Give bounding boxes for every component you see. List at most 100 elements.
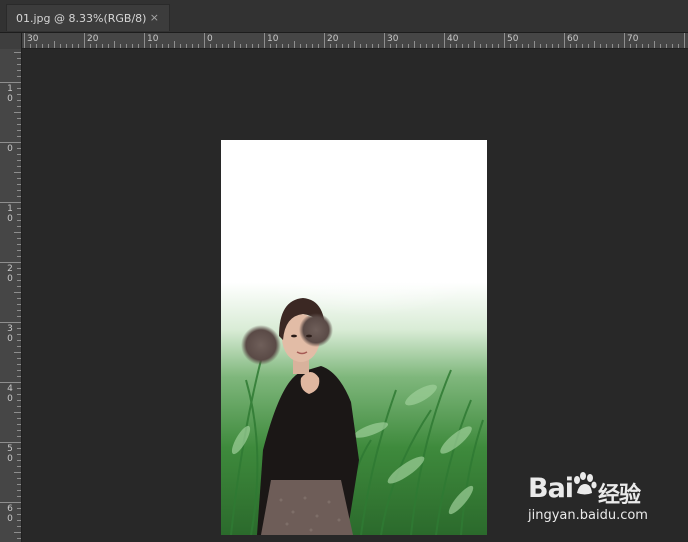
ruler-minor-tick — [630, 44, 631, 48]
ruler-minor-tick — [300, 44, 301, 48]
ruler-major-tick — [84, 33, 85, 48]
ruler-major-tick — [0, 502, 21, 503]
ruler-minor-tick — [17, 520, 21, 521]
ruler-label: 40 — [447, 34, 459, 44]
ruler-label: 50 — [507, 34, 519, 44]
ruler-minor-tick — [228, 44, 229, 48]
ruler-label: 20 — [327, 34, 339, 44]
ruler-minor-tick — [17, 340, 21, 341]
ruler-minor-tick — [414, 41, 415, 48]
ruler-minor-tick — [372, 44, 373, 48]
ruler-minor-tick — [240, 44, 241, 48]
ruler-minor-tick — [360, 44, 361, 48]
ruler-label: 0 — [7, 144, 13, 154]
ruler-minor-tick — [17, 286, 21, 287]
ruler-minor-tick — [540, 44, 541, 48]
ruler-minor-tick — [17, 490, 21, 491]
close-icon[interactable]: × — [150, 11, 159, 24]
ruler-minor-tick — [390, 44, 391, 48]
ruler-minor-tick — [150, 44, 151, 48]
ruler-minor-tick — [528, 44, 529, 48]
ruler-minor-tick — [17, 496, 21, 497]
ruler-label: 70 — [627, 34, 639, 44]
ruler-minor-tick — [17, 334, 21, 335]
ruler-minor-tick — [17, 100, 21, 101]
ruler-label: 0 — [7, 514, 13, 524]
ruler-minor-tick — [17, 160, 21, 161]
ruler-minor-tick — [558, 44, 559, 48]
ruler-minor-tick — [14, 352, 21, 353]
ruler-minor-tick — [14, 472, 21, 473]
ruler-minor-tick — [534, 41, 535, 48]
ruler-minor-tick — [282, 44, 283, 48]
document-tab[interactable]: 01.jpg @ 8.33%(RGB/8) × — [6, 4, 170, 31]
ruler-label: 10 — [147, 34, 159, 44]
watermark-brand: Bai — [528, 473, 574, 504]
ruler-minor-tick — [672, 44, 673, 48]
ruler-minor-tick — [246, 44, 247, 48]
ruler-label: 0 — [207, 34, 213, 44]
document-tab-title: 01.jpg @ 8.33%(RGB/8) — [16, 11, 147, 25]
ruler-major-tick — [0, 142, 21, 143]
ruler-minor-tick — [348, 44, 349, 48]
ruler-minor-tick — [17, 154, 21, 155]
ruler-minor-tick — [17, 310, 21, 311]
ruler-major-tick — [624, 33, 625, 48]
ruler-minor-tick — [654, 41, 655, 48]
ruler-major-tick — [444, 33, 445, 48]
ruler-label: 10 — [267, 34, 279, 44]
ruler-label: 0 — [7, 94, 13, 104]
ruler-minor-tick — [17, 256, 21, 257]
ruler-minor-tick — [366, 44, 367, 48]
ruler-minor-tick — [456, 44, 457, 48]
ruler-minor-tick — [17, 178, 21, 179]
ruler-minor-tick — [90, 44, 91, 48]
ruler-minor-tick — [162, 44, 163, 48]
ruler-minor-tick — [17, 508, 21, 509]
ruler-label: 3 — [7, 324, 13, 334]
horizontal-ruler[interactable]: 30 20 10 0 10 20 30 40 50 60 70 — [22, 33, 688, 49]
ruler-major-tick — [0, 202, 21, 203]
ruler-minor-tick — [354, 41, 355, 48]
ruler-minor-tick — [294, 41, 295, 48]
ruler-minor-tick — [17, 130, 21, 131]
ruler-minor-tick — [17, 118, 21, 119]
ruler-label: 1 — [7, 84, 13, 94]
ruler-minor-tick — [222, 44, 223, 48]
ruler-minor-tick — [17, 328, 21, 329]
ruler-label: 4 — [7, 384, 13, 394]
ruler-minor-tick — [648, 44, 649, 48]
ruler-origin-corner[interactable] — [0, 33, 22, 49]
ruler-minor-tick — [36, 44, 37, 48]
ruler-minor-tick — [17, 76, 21, 77]
ruler-minor-tick — [408, 44, 409, 48]
ruler-label: 30 — [27, 34, 39, 44]
ruler-minor-tick — [17, 226, 21, 227]
ruler-minor-tick — [108, 44, 109, 48]
ruler-minor-tick — [30, 44, 31, 48]
ruler-minor-tick — [114, 41, 115, 48]
ruler-minor-tick — [17, 106, 21, 107]
ruler-label: 30 — [387, 34, 399, 44]
ruler-minor-tick — [612, 44, 613, 48]
ruler-minor-tick — [270, 44, 271, 48]
ruler-minor-tick — [14, 52, 21, 53]
ruler-minor-tick — [378, 44, 379, 48]
ruler-minor-tick — [312, 44, 313, 48]
ruler-minor-tick — [570, 44, 571, 48]
ruler-minor-tick — [156, 44, 157, 48]
ruler-minor-tick — [132, 44, 133, 48]
ruler-minor-tick — [17, 364, 21, 365]
ruler-label: 1 — [7, 204, 13, 214]
watermark-brand-suffix: 经验 — [598, 483, 641, 508]
ruler-minor-tick — [330, 44, 331, 48]
ruler-minor-tick — [17, 274, 21, 275]
ruler-minor-tick — [17, 346, 21, 347]
ruler-minor-tick — [186, 44, 187, 48]
ruler-minor-tick — [474, 41, 475, 48]
ruler-minor-tick — [17, 208, 21, 209]
vertical-ruler[interactable]: 100102030405060 — [0, 49, 22, 542]
ruler-minor-tick — [402, 44, 403, 48]
ruler-minor-tick — [14, 292, 21, 293]
ruler-minor-tick — [17, 136, 21, 137]
